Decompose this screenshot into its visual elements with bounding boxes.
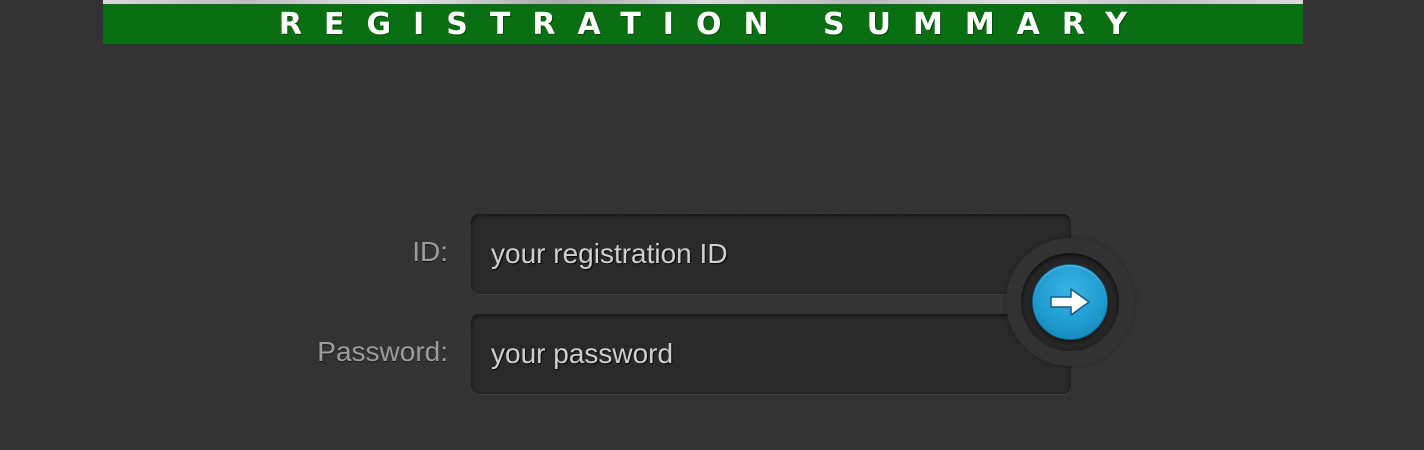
password-input[interactable]: your password (471, 314, 1071, 394)
password-placeholder: your password (491, 338, 674, 369)
banner-title-bar: REGISTRATION SUMMARY (103, 4, 1303, 44)
registration-id-placeholder: your registration ID (491, 238, 728, 269)
page-title: REGISTRATION SUMMARY (278, 6, 1150, 42)
submit-button[interactable] (1032, 264, 1108, 340)
registration-id-input[interactable]: your registration ID (471, 214, 1071, 294)
arrow-right-icon (1050, 288, 1090, 316)
id-label: ID: (412, 236, 448, 267)
password-label: Password: (317, 336, 448, 367)
header-banner: REGISTRATION SUMMARY (103, 0, 1303, 44)
